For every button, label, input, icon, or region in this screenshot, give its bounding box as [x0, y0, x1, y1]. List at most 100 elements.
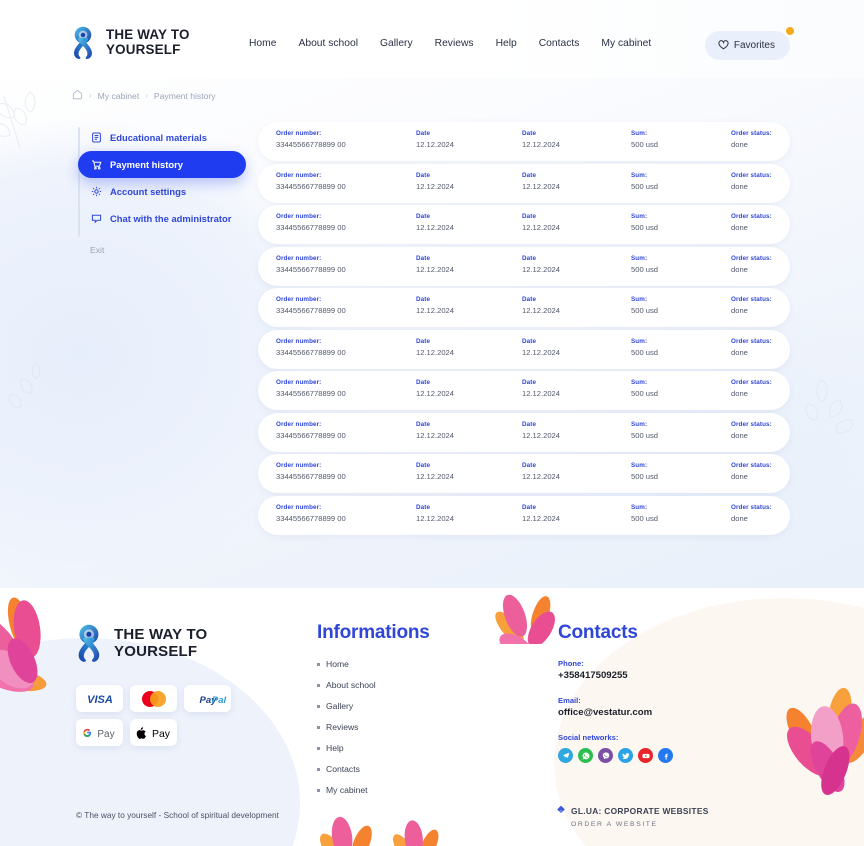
viber-icon[interactable] — [598, 748, 613, 763]
sidebar-item-account-settings[interactable]: Account settings — [78, 178, 248, 205]
table-cell-value: 500 usd — [631, 389, 659, 398]
table-cell-date2: Date 12.12.2024 — [522, 462, 560, 481]
main-navigation: Home About school Gallery Reviews Help C… — [249, 38, 651, 49]
table-cell-date1: Date 12.12.2024 — [416, 172, 454, 191]
table-row[interactable]: Order number: 33445566778899 00 Date 12.12.… — [258, 412, 790, 452]
contact-email-label: Email: — [558, 696, 581, 705]
footer-info-link[interactable]: Gallery — [317, 701, 430, 711]
table-cell-value: 12.12.2024 — [416, 430, 455, 440]
home-icon[interactable] — [72, 89, 83, 102]
footer-info-link[interactable]: My cabinet — [317, 785, 430, 795]
table-cell-value: 12.12.2024 — [522, 430, 561, 440]
table-cell-sum: Sum: 500 usd — [631, 172, 658, 191]
sidebar-item-educational-materials[interactable]: Educational materials — [78, 124, 248, 151]
table-row[interactable]: Order number: 33445566778899 00 Date 12.12.… — [258, 371, 790, 410]
telegram-icon[interactable] — [558, 748, 573, 763]
table-cell-value: done — [731, 223, 748, 232]
footer-info-link[interactable]: Help — [317, 743, 430, 753]
svg-text:Pay: Pay — [151, 728, 170, 740]
footer-logo[interactable]: THE WAY TO YOURSELF — [74, 624, 207, 663]
breadcrumb-item-current: Payment history — [153, 90, 216, 101]
table-cell-sum: Sum: 500 usd — [631, 130, 658, 149]
table-cell-label: Date — [416, 462, 431, 469]
table-row[interactable]: Order number: 33445566778899 00 Date 12.12.… — [258, 329, 790, 369]
table-cell-order_number: Order number: 33445566778899 00 — [276, 255, 346, 274]
table-cell-label: Sum: — [631, 379, 648, 386]
nav-item-gallery[interactable]: Gallery — [380, 38, 413, 49]
favorites-button[interactable]: Favorites — [704, 31, 790, 60]
twitter-icon[interactable] — [618, 748, 633, 763]
table-row[interactable]: Order number: 33445566778899 00 Date 12.12.… — [258, 495, 790, 535]
table-cell-label: Order status: — [731, 379, 772, 386]
table-cell-status: Order status: done — [731, 296, 772, 315]
table-row[interactable]: Order number: 33445566778899 00 Date 12.12.… — [258, 288, 790, 327]
logo-line-2: YOURSELF — [106, 42, 181, 57]
table-cell-value: 500 usd — [631, 347, 659, 357]
footer-info-link[interactable]: About school — [317, 680, 430, 690]
table-cell-label: Sum: — [631, 420, 648, 428]
footer-logo-text: THE WAY TO YOURSELF — [114, 626, 207, 660]
nav-item-help[interactable]: Help — [496, 38, 517, 49]
table-cell-value: 33445566778899 00 — [276, 513, 346, 523]
page-root: THE WAY TO YOURSELF Home About school Ga… — [0, 0, 864, 846]
contact-email-value[interactable]: office@vestatur.com — [558, 707, 673, 718]
table-cell-label: Order number: — [276, 503, 322, 511]
nav-item-home[interactable]: Home — [249, 38, 276, 49]
table-row[interactable]: Order number: 33445566778899 00 Date 12.12.… — [258, 454, 790, 493]
table-cell-label: Order status: — [731, 213, 772, 220]
table-cell-date2: Date 12.12.2024 — [522, 172, 560, 191]
gear-icon — [90, 186, 102, 198]
table-row[interactable]: Order number: 33445566778899 00 Date 12.12.… — [258, 163, 790, 203]
breadcrumb: › My cabinet › Payment history — [72, 89, 216, 102]
leaf-decoration-left — [0, 78, 66, 168]
table-cell-value: done — [731, 181, 748, 191]
table-cell-value: 500 usd — [631, 140, 659, 149]
table-cell-value: 12.12.2024 — [522, 513, 561, 523]
table-cell-label: Order status: — [731, 420, 772, 428]
table-cell-label: Date — [522, 379, 537, 386]
nav-item-contacts[interactable]: Contacts — [539, 38, 580, 49]
chat-icon — [90, 213, 102, 225]
nav-item-about-school[interactable]: About school — [298, 38, 358, 49]
table-cell-label: Date — [416, 379, 431, 386]
table-cell-label: Sum: — [631, 337, 648, 345]
contact-phone-value[interactable]: +358417509255 — [558, 670, 673, 681]
sidebar-exit-link[interactable]: Exit — [78, 245, 248, 255]
table-cell-value: 33445566778899 00 — [276, 306, 346, 315]
table-cell-value: 500 usd — [631, 513, 659, 523]
table-cell-date1: Date 12.12.2024 — [416, 421, 454, 440]
table-cell-value: 33445566778899 00 — [276, 472, 346, 481]
contact-phone-label: Phone: — [558, 659, 584, 668]
payment-methods: VISA Pay PayPal Pal — [76, 685, 256, 746]
table-cell-label: Date — [522, 296, 537, 303]
nav-item-my-cabinet[interactable]: My cabinet — [601, 38, 651, 49]
mastercard-logo-icon — [130, 685, 177, 712]
whatsapp-icon[interactable] — [578, 748, 593, 763]
site-logo[interactable]: THE WAY TO YOURSELF — [70, 26, 190, 60]
sidebar-item-payment-history[interactable]: Payment history — [78, 151, 246, 178]
breadcrumb-item-my-cabinet[interactable]: My cabinet — [98, 91, 140, 101]
table-cell-value: 12.12.2024 — [522, 306, 561, 315]
facebook-icon[interactable] — [658, 748, 673, 763]
table-cell-label: Sum: — [631, 171, 648, 179]
table-cell-label: Date — [416, 420, 431, 428]
table-row[interactable]: Order number: 33445566778899 00 Date 12.12.… — [258, 205, 790, 244]
leaf-decoration-right — [788, 370, 860, 454]
table-cell-value: 12.12.2024 — [416, 513, 455, 523]
table-cell-order_number: Order number: 33445566778899 00 — [276, 130, 346, 149]
table-row[interactable]: Order number: 33445566778899 00 Date 12.12.… — [258, 122, 790, 161]
table-cell-sum: Sum: 500 usd — [631, 338, 658, 357]
table-cell-status: Order status: done — [731, 421, 772, 440]
footer-info-link[interactable]: Home — [317, 659, 430, 669]
youtube-icon[interactable] — [638, 748, 653, 763]
footer-contacts: Contacts Phone: +358417509255 Email: off… — [558, 622, 673, 763]
sidebar-item-chat-with-administrator[interactable]: Chat with the administrator — [78, 205, 248, 232]
table-cell-order_number: Order number: 33445566778899 00 — [276, 504, 346, 523]
table-cell-label: Date — [522, 130, 537, 137]
nav-item-reviews[interactable]: Reviews — [435, 38, 474, 49]
footer-info-link[interactable]: Reviews — [317, 722, 430, 732]
footer-credit[interactable]: GL.UA: CORPORATE WEBSITES ORDER A WEBSIT… — [556, 801, 709, 828]
table-row[interactable]: Order number: 33445566778899 00 Date 12.12.… — [258, 246, 790, 286]
footer-info-link[interactable]: Contacts — [317, 764, 430, 774]
cabinet-sidebar: Educational materials Payment history Ac… — [78, 124, 248, 255]
